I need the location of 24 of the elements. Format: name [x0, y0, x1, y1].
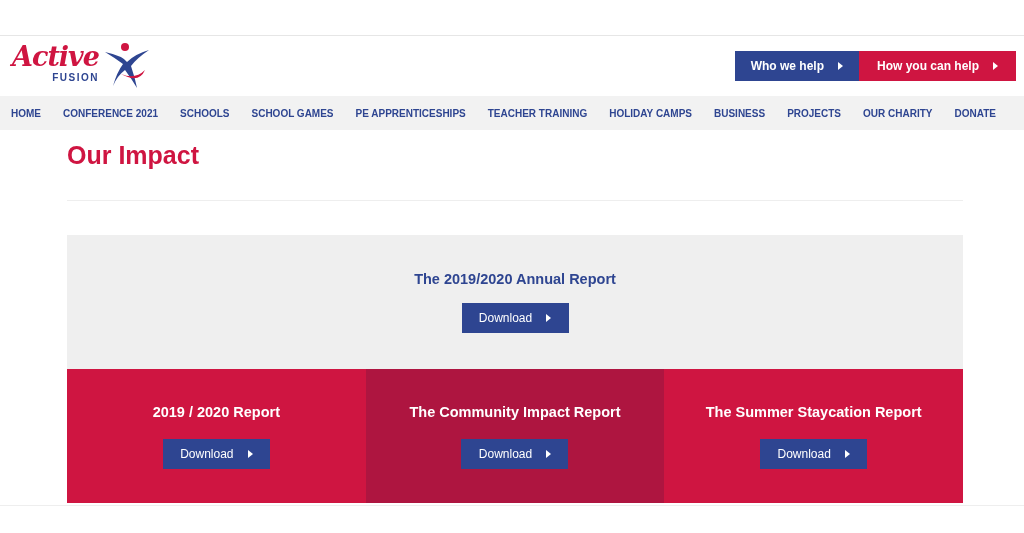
nav-link[interactable]: CONFERENCE 2021: [63, 107, 159, 119]
page-title: Our Impact: [67, 140, 200, 171]
report-title: The 2019/2020 Annual Report: [414, 271, 616, 287]
nav-link[interactable]: HOLIDAY CAMPS: [609, 107, 692, 119]
nav-link[interactable]: SCHOOL GAMES: [251, 107, 334, 119]
report-title: The Community Impact Report: [409, 403, 621, 420]
header-button[interactable]: How you can help: [859, 51, 1016, 81]
nav-link[interactable]: TEACHER TRAINING: [487, 107, 588, 119]
nav-link[interactable]: PE APPRENTICESHIPS: [355, 107, 466, 119]
download-button[interactable]: Download: [461, 303, 569, 333]
download-button[interactable]: Download: [461, 438, 569, 469]
nav-link[interactable]: PROJECTS: [787, 107, 842, 119]
report-title: 2019 / 2020 Report: [152, 403, 280, 420]
nav-link[interactable]: OUR CHARITY: [863, 107, 933, 119]
nav-link[interactable]: SCHOOLS: [180, 107, 230, 119]
nav-link[interactable]: DONATE: [954, 107, 996, 119]
nav-link[interactable]: HOME: [11, 107, 41, 119]
download-button[interactable]: Download: [162, 438, 270, 469]
logo-wordmark: Active: [12, 42, 99, 72]
report-title: The Summer Staycation Report: [705, 403, 922, 420]
download-button[interactable]: Download: [760, 438, 868, 469]
header-button[interactable]: Who we help: [734, 51, 859, 81]
nav-link[interactable]: BUSINESS: [714, 107, 766, 119]
logo-subtitle: FUSION: [52, 72, 99, 83]
